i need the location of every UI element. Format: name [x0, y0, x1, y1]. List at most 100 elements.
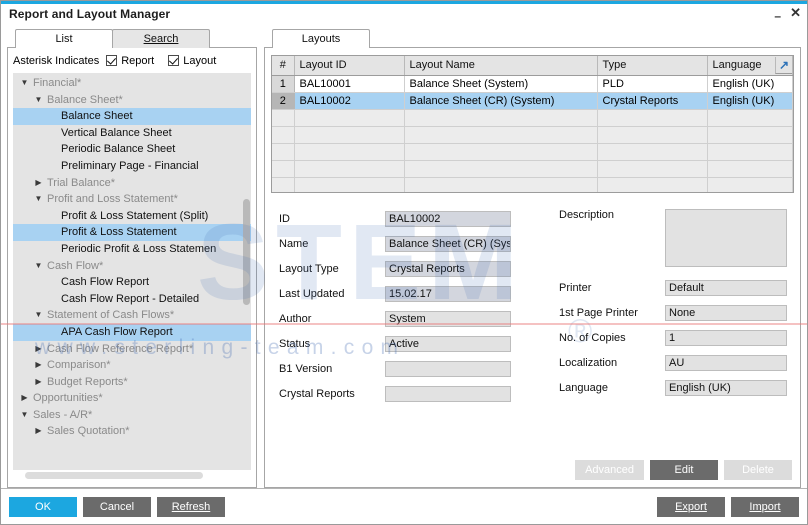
column-header-[interactable]: # [272, 56, 295, 76]
table-row[interactable]: 1 BAL10001 Balance Sheet (System) PLD Englis… [272, 75, 793, 93]
expand-grid-icon[interactable]: ↗ [775, 57, 792, 74]
field-label-language: Language [559, 382, 608, 394]
chevron-down-icon[interactable]: ▼ [33, 307, 44, 324]
tree-vertical-scroll-thumb[interactable] [243, 199, 250, 305]
export-button[interactable]: Export [657, 496, 725, 517]
column-header-layout-name[interactable]: Layout Name [404, 56, 598, 76]
chevron-right-icon[interactable]: ▶ [33, 423, 44, 440]
refresh-button[interactable]: Refresh [157, 496, 225, 517]
tree-item-label: Profit & Loss Statement [61, 226, 177, 239]
tree-item[interactable]: Cash Flow Report [13, 274, 251, 291]
tree-item[interactable]: Profit & Loss Statement [13, 224, 251, 241]
table-row-empty[interactable] [272, 109, 793, 127]
tree-horizontal-scrollbar[interactable] [13, 470, 251, 482]
field-value-layout-type[interactable]: Crystal Reports [385, 261, 511, 277]
cell-layout-id[interactable]: BAL10001 [294, 75, 405, 93]
tree-item[interactable]: ▶ Cash Flow Reference Report* [13, 341, 251, 358]
checkbox-layout-box[interactable] [168, 55, 180, 66]
table-row-empty[interactable] [272, 177, 793, 192]
tree-item[interactable]: ▼ Statement of Cash Flows* [13, 307, 251, 324]
tree-item[interactable]: Vertical Balance Sheet [13, 125, 251, 142]
cell-type[interactable]: Crystal Reports [597, 92, 708, 110]
tree-item-label: Cash Flow Reference Report* [47, 342, 194, 355]
field-value-localization[interactable]: AU [665, 355, 787, 371]
table-row-empty[interactable] [272, 143, 793, 161]
tab-search[interactable]: Search [112, 29, 210, 48]
chevron-right-icon[interactable]: ▶ [33, 374, 44, 391]
field-value-name[interactable]: Balance Sheet (CR) (Sys [385, 236, 511, 252]
cell-idx[interactable]: 2 [272, 92, 295, 110]
delete-button[interactable]: Delete [724, 460, 792, 480]
field-value-crystal-reports[interactable] [385, 386, 511, 402]
ok-button[interactable]: OK [9, 496, 77, 517]
chevron-down-icon[interactable]: ▼ [33, 191, 44, 208]
checkbox-report-box[interactable] [106, 55, 118, 66]
chevron-right-icon[interactable]: ▶ [33, 357, 44, 374]
field-value-status[interactable]: Active [385, 336, 511, 352]
field-value-printer[interactable]: Default [665, 280, 787, 296]
checkbox-report[interactable]: Report [106, 55, 154, 67]
tree-item[interactable]: Periodic Balance Sheet [13, 141, 251, 158]
tree-item[interactable]: ▶ Comparison* [13, 357, 251, 374]
tab-list[interactable]: List [15, 29, 113, 48]
tree-vertical-scrollbar[interactable] [242, 73, 251, 470]
cell-layout-name[interactable]: Balance Sheet (CR) (System) [404, 92, 598, 110]
tree-item[interactable]: Profit & Loss Statement (Split) [13, 208, 251, 225]
chevron-down-icon[interactable]: ▼ [33, 92, 44, 109]
checkbox-layout[interactable]: Layout [168, 55, 216, 67]
description-row: Description [559, 209, 790, 271]
chevron-right-icon[interactable]: ▶ [33, 341, 44, 358]
field-value-last-updated[interactable]: 15.02.17 [385, 286, 511, 302]
cell-layout-id[interactable]: BAL10002 [294, 92, 405, 110]
field-value-language[interactable]: English (UK) [665, 380, 787, 396]
field-value-author[interactable]: System [385, 311, 511, 327]
chevron-down-icon[interactable]: ▼ [19, 75, 30, 92]
tree-item[interactable]: ▼ Balance Sheet* [13, 92, 251, 109]
tree-item[interactable]: APA Cash Flow Report [13, 323, 251, 341]
cell-language[interactable]: English (UK) [707, 75, 793, 93]
chevron-right-icon[interactable]: ▶ [19, 390, 30, 407]
checkbox-layout-label: Layout [183, 54, 217, 67]
edit-button[interactable]: Edit [650, 460, 718, 480]
tree-item[interactable]: ▼ Financial* [13, 75, 251, 92]
advanced-button[interactable]: Advanced [575, 460, 644, 480]
tree-item[interactable]: Periodic Profit & Loss Statemen [13, 241, 251, 258]
tree-item[interactable]: ▶ Budget Reports* [13, 374, 251, 391]
layouts-grid[interactable]: # Layout ID Layout Name Type Language 1 BAL100… [271, 55, 794, 193]
cancel-button[interactable]: Cancel [83, 496, 151, 517]
tree-item-label: Trial Balance* [47, 176, 116, 189]
field-value-id[interactable]: BAL10002 [385, 211, 511, 227]
table-row[interactable]: 2 BAL10002 Balance Sheet (CR) (System) Crys… [272, 92, 793, 110]
field-value-b1-version[interactable] [385, 361, 511, 377]
chevron-down-icon[interactable]: ▼ [33, 258, 44, 275]
report-tree[interactable]: ▼ Financial* ▼ Balance Sheet* Balance Sheet V… [13, 73, 251, 470]
close-icon[interactable]: ✕ [790, 6, 801, 19]
tree-item[interactable]: Cash Flow Report - Detailed [13, 291, 251, 308]
tree-item[interactable]: ▶ Opportunities* [13, 390, 251, 407]
tree-item[interactable]: ▼ Profit and Loss Statement* [13, 191, 251, 208]
cell-type[interactable]: PLD [597, 75, 708, 93]
tree-item[interactable]: Preliminary Page - Financial [13, 158, 251, 175]
field-value-1st-page-printer[interactable]: None [665, 305, 787, 321]
tree-item[interactable]: ▶ Trial Balance* [13, 175, 251, 192]
table-row-empty[interactable] [272, 126, 793, 144]
cell-language[interactable]: English (UK) [707, 92, 793, 110]
cell-layout-name[interactable]: Balance Sheet (System) [404, 75, 598, 93]
tree-item[interactable]: Balance Sheet [13, 108, 251, 125]
column-header-layout-id[interactable]: Layout ID [294, 56, 405, 76]
minimize-icon[interactable]: – [774, 10, 781, 22]
cell-idx[interactable]: 1 [272, 75, 295, 93]
table-row-empty[interactable] [272, 160, 793, 178]
chevron-down-icon[interactable]: ▼ [19, 407, 30, 424]
footer-left-buttons: OK Cancel Refresh [9, 496, 225, 517]
tab-layouts[interactable]: Layouts [272, 29, 370, 48]
import-button[interactable]: Import [731, 496, 799, 517]
description-field[interactable] [665, 209, 787, 267]
tree-item[interactable]: ▶ Sales Quotation* [13, 423, 251, 440]
column-header-type[interactable]: Type [597, 56, 708, 76]
field-value-no-of-copies[interactable]: 1 [665, 330, 787, 346]
chevron-right-icon[interactable]: ▶ [33, 175, 44, 192]
tree-horizontal-scroll-thumb[interactable] [25, 472, 203, 479]
tree-item[interactable]: ▼ Sales - A/R* [13, 407, 251, 424]
tree-item[interactable]: ▼ Cash Flow* [13, 258, 251, 275]
